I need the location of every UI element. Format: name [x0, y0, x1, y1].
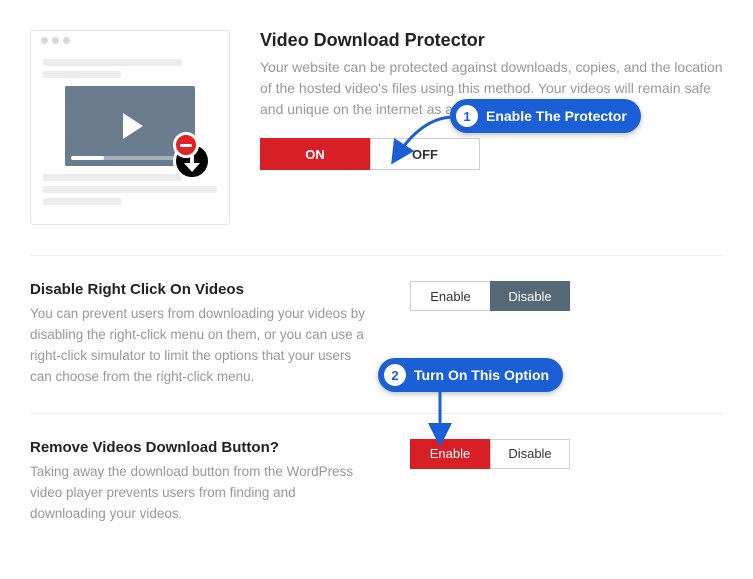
right-click-toggle: Enable Disable [410, 281, 570, 311]
video-download-protector-section: Video Download Protector Your website ca… [30, 30, 723, 256]
callout-enable-protector: 1 Enable The Protector [450, 99, 641, 133]
browser-preview-illustration [30, 30, 230, 225]
disable-button[interactable]: Disable [490, 281, 570, 311]
play-icon [123, 113, 143, 139]
enable-button[interactable]: Enable [410, 281, 490, 311]
option-description: Taking away the download button from the… [30, 462, 370, 525]
option-description: You can prevent users from downloading y… [30, 304, 370, 388]
callout-turn-on-option: 2 Turn On This Option [378, 358, 563, 392]
callout-text: Enable The Protector [486, 108, 627, 124]
disable-button[interactable]: Disable [490, 439, 570, 469]
option-title: Remove Videos Download Button? [30, 439, 370, 456]
callout-text: Turn On This Option [414, 367, 549, 383]
protector-toggle: ON OFF [260, 138, 723, 170]
callout-arrow-icon [420, 390, 460, 448]
disable-right-click-section: Disable Right Click On Videos You can pr… [30, 256, 723, 414]
remove-download-button-section: Remove Videos Download Button? Taking aw… [30, 414, 723, 550]
callout-arrow-icon [382, 111, 460, 171]
section-title: Video Download Protector [260, 30, 723, 51]
blocked-icon [173, 132, 199, 158]
callout-number: 2 [384, 364, 406, 386]
option-title: Disable Right Click On Videos [30, 281, 370, 298]
browser-dots [31, 31, 229, 48]
on-button[interactable]: ON [260, 138, 370, 170]
